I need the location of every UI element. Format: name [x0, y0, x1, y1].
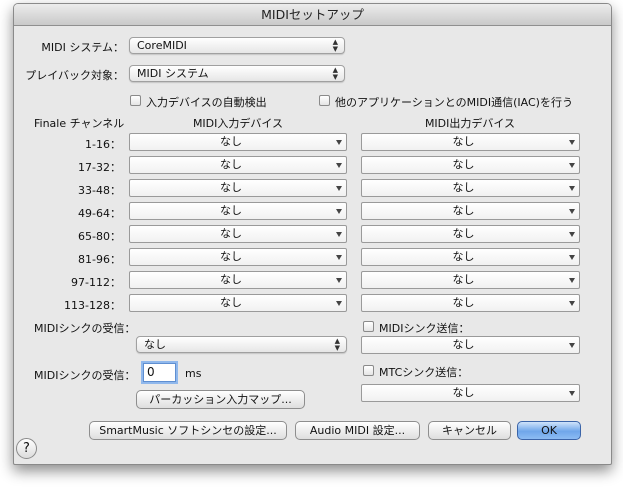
output-device-value: なし — [452, 296, 475, 309]
midi-setup-dialog: MIDIセットアップ MIDI システム： CoreMIDI ▲ ▼ プレイバック… — [13, 3, 612, 465]
input-device-combo[interactable]: なし — [129, 133, 347, 151]
input-device-value: なし — [220, 296, 242, 309]
input-device-value: なし — [220, 181, 242, 194]
input-device-combo[interactable]: なし — [129, 179, 347, 197]
dropdown-arrow-icon[interactable] — [569, 301, 575, 306]
dropdown-arrow-icon[interactable] — [336, 255, 342, 260]
midi-sync-receive-label: MIDIシンクの受信： — [34, 322, 136, 335]
midi-sync-receive-ms-label: MIDIシンクの受信： — [34, 369, 136, 382]
auto-detect-input-checkbox[interactable] — [130, 95, 141, 106]
dropdown-arrow-icon[interactable] — [336, 232, 342, 237]
midi-sync-receive-popup[interactable]: なし ▲ ▼ — [136, 336, 347, 353]
dropdown-arrow-icon[interactable] — [336, 301, 342, 306]
output-device-value: なし — [452, 181, 475, 194]
playback-target-popup[interactable]: MIDI システム ▲ ▼ — [129, 65, 345, 82]
smartmusic-settings-button[interactable]: SmartMusic ソフトシンセの設定... — [89, 421, 287, 440]
mtc-sync-send-value: なし — [452, 386, 475, 399]
iac-checkbox[interactable] — [319, 95, 330, 106]
input-device-combo[interactable]: なし — [129, 225, 347, 243]
channel-range-label: 33-48： — [78, 184, 121, 197]
midi-system-popup[interactable]: CoreMIDI ▲ ▼ — [129, 37, 345, 54]
output-device-value: なし — [452, 158, 475, 171]
ok-button[interactable]: OK — [517, 421, 581, 440]
channel-range-label: 65-80： — [78, 230, 121, 243]
dropdown-arrow-icon[interactable] — [569, 140, 575, 145]
output-device-value: なし — [452, 273, 475, 286]
header-midi-output-device: MIDI出力デバイス — [424, 117, 516, 130]
dropdown-arrow-icon[interactable] — [569, 163, 575, 168]
ms-unit-label: ms — [185, 367, 202, 380]
auto-detect-input-label: 入力デバイスの自動検出 — [146, 96, 267, 109]
percussion-input-map-button[interactable]: パーカッション入力マップ... — [136, 390, 305, 409]
input-device-combo[interactable]: なし — [129, 156, 347, 174]
updown-arrows-icon: ▲ ▼ — [334, 336, 340, 352]
updown-arrows-icon: ▲ ▼ — [332, 37, 338, 53]
input-device-combo[interactable]: なし — [129, 294, 347, 312]
window-title: MIDIセットアップ — [14, 4, 611, 26]
dropdown-arrow-icon[interactable] — [336, 163, 342, 168]
dropdown-arrow-icon[interactable] — [569, 255, 575, 260]
input-device-combo[interactable]: なし — [129, 202, 347, 220]
dropdown-arrow-icon[interactable] — [569, 343, 575, 348]
playback-target-label: プレイバック対象： — [25, 69, 124, 82]
input-device-value: なし — [220, 250, 242, 263]
channel-range-label: 49-64： — [78, 207, 121, 220]
mtc-sync-send-label: MTCシンク送信： — [379, 366, 469, 379]
output-device-combo[interactable]: なし — [361, 294, 580, 312]
output-device-combo[interactable]: なし — [361, 225, 580, 243]
iac-label: 他のアプリケーションとのMIDI通信(IAC)を行う — [335, 96, 573, 109]
cancel-button[interactable]: キャンセル — [428, 421, 511, 440]
dropdown-arrow-icon[interactable] — [569, 391, 575, 396]
input-device-combo[interactable]: なし — [129, 248, 347, 266]
dropdown-arrow-icon[interactable] — [569, 278, 575, 283]
dropdown-arrow-icon[interactable] — [336, 140, 342, 145]
channel-range-label: 97-112： — [71, 276, 121, 289]
output-device-combo[interactable]: なし — [361, 179, 580, 197]
midi-sync-receive-value: なし — [144, 338, 166, 351]
dropdown-arrow-icon[interactable] — [569, 186, 575, 191]
output-device-combo[interactable]: なし — [361, 202, 580, 220]
dropdown-arrow-icon[interactable] — [336, 209, 342, 214]
channel-range-label: 113-128： — [64, 299, 121, 312]
midi-system-value: CoreMIDI — [137, 39, 187, 52]
help-icon[interactable]: ? — [16, 438, 37, 459]
output-device-value: なし — [452, 135, 475, 148]
playback-target-value: MIDI システム — [137, 67, 209, 80]
header-midi-input-device: MIDI入力デバイス — [192, 117, 284, 130]
output-device-value: なし — [452, 227, 475, 240]
dropdown-arrow-icon[interactable] — [336, 278, 342, 283]
input-device-value: なし — [220, 135, 242, 148]
midi-sync-send-label: MIDIシンク送信： — [379, 322, 470, 335]
input-device-value: なし — [220, 158, 242, 171]
input-device-combo[interactable]: なし — [129, 271, 347, 289]
audio-midi-settings-button[interactable]: Audio MIDI 設定... — [295, 421, 420, 440]
input-device-value: なし — [220, 227, 242, 240]
midi-sync-send-combo[interactable]: なし — [361, 336, 580, 354]
channel-range-label: 81-96： — [78, 253, 121, 266]
midi-sync-send-value: なし — [452, 338, 475, 351]
output-device-combo[interactable]: なし — [361, 133, 580, 151]
output-device-combo[interactable]: なし — [361, 271, 580, 289]
midi-sync-receive-ms-input[interactable]: 0 — [143, 363, 176, 382]
updown-arrows-icon: ▲ ▼ — [332, 65, 338, 81]
input-device-value: なし — [220, 273, 242, 286]
mtc-sync-send-combo[interactable]: なし — [361, 384, 580, 402]
output-device-value: なし — [452, 204, 475, 217]
output-device-value: なし — [452, 250, 475, 263]
dropdown-arrow-icon[interactable] — [569, 232, 575, 237]
input-device-value: なし — [220, 204, 242, 217]
output-device-combo[interactable]: なし — [361, 156, 580, 174]
dropdown-arrow-icon[interactable] — [569, 209, 575, 214]
mtc-sync-send-checkbox[interactable] — [363, 365, 374, 376]
output-device-combo[interactable]: なし — [361, 248, 580, 266]
header-finale-channel: Finale チャンネル — [34, 117, 125, 130]
dropdown-arrow-icon[interactable] — [336, 186, 342, 191]
channel-range-label: 1-16： — [85, 138, 121, 151]
midi-sync-send-checkbox[interactable] — [363, 321, 374, 332]
channel-range-label: 17-32： — [78, 161, 121, 174]
midi-system-label: MIDI システム： — [41, 41, 124, 54]
